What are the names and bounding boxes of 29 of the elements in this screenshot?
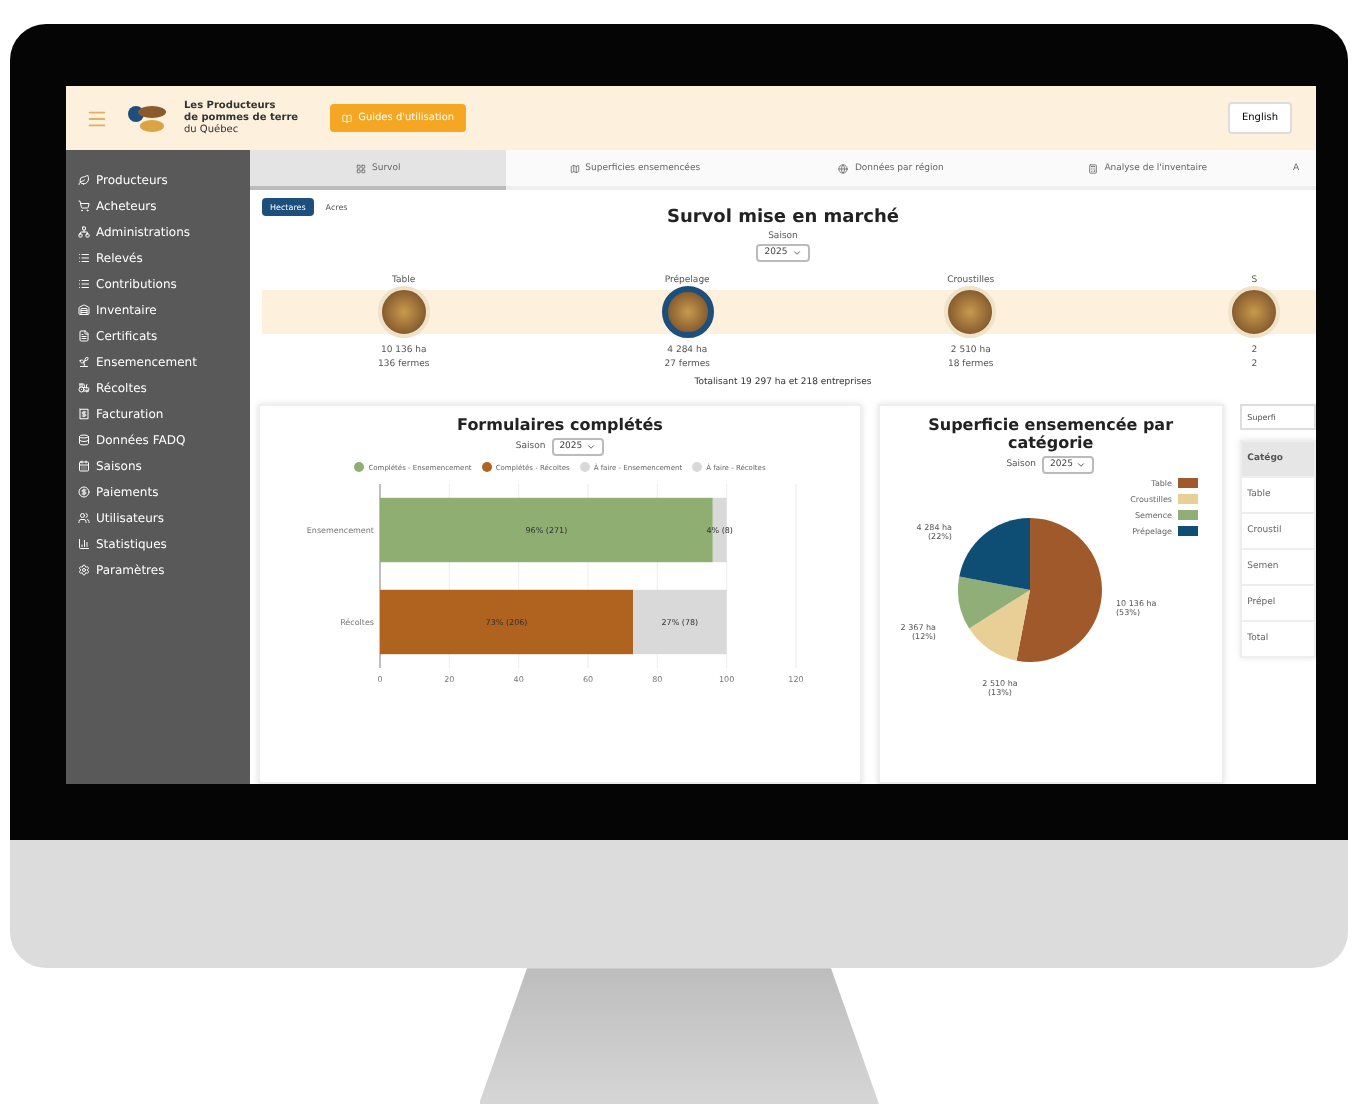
list-icon <box>78 252 90 264</box>
settings-icon <box>78 564 90 576</box>
potato-photo-placeholder[interactable] <box>661 286 714 338</box>
bar-chart-icon <box>78 538 90 550</box>
chevron-down-icon <box>791 248 802 258</box>
logo-icon <box>124 100 168 136</box>
page-title: Survol mise en marché <box>664 208 902 228</box>
database-icon <box>78 434 90 446</box>
cart-icon <box>78 200 90 212</box>
book-icon <box>342 113 353 123</box>
calendar-icon <box>78 460 90 472</box>
tractor-icon <box>78 382 90 394</box>
dollar-icon <box>78 486 90 498</box>
map-icon <box>569 163 580 173</box>
card-title: Superficie ensemencée par catégorie <box>926 416 1176 452</box>
users-icon <box>78 512 90 524</box>
chevron-down-icon <box>586 442 597 452</box>
receipt-icon <box>78 408 90 420</box>
leaf-icon <box>78 174 90 186</box>
document-icon <box>78 330 90 342</box>
sprout-icon <box>78 356 90 368</box>
list-icon <box>78 278 90 290</box>
grid-icon <box>356 163 366 173</box>
warehouse-icon <box>78 304 90 316</box>
globe-icon <box>838 163 849 173</box>
card-title: Formulaires complétés <box>457 416 663 434</box>
chevron-down-icon <box>1076 460 1087 470</box>
calculator-icon <box>1088 163 1099 173</box>
network-icon <box>78 226 90 238</box>
